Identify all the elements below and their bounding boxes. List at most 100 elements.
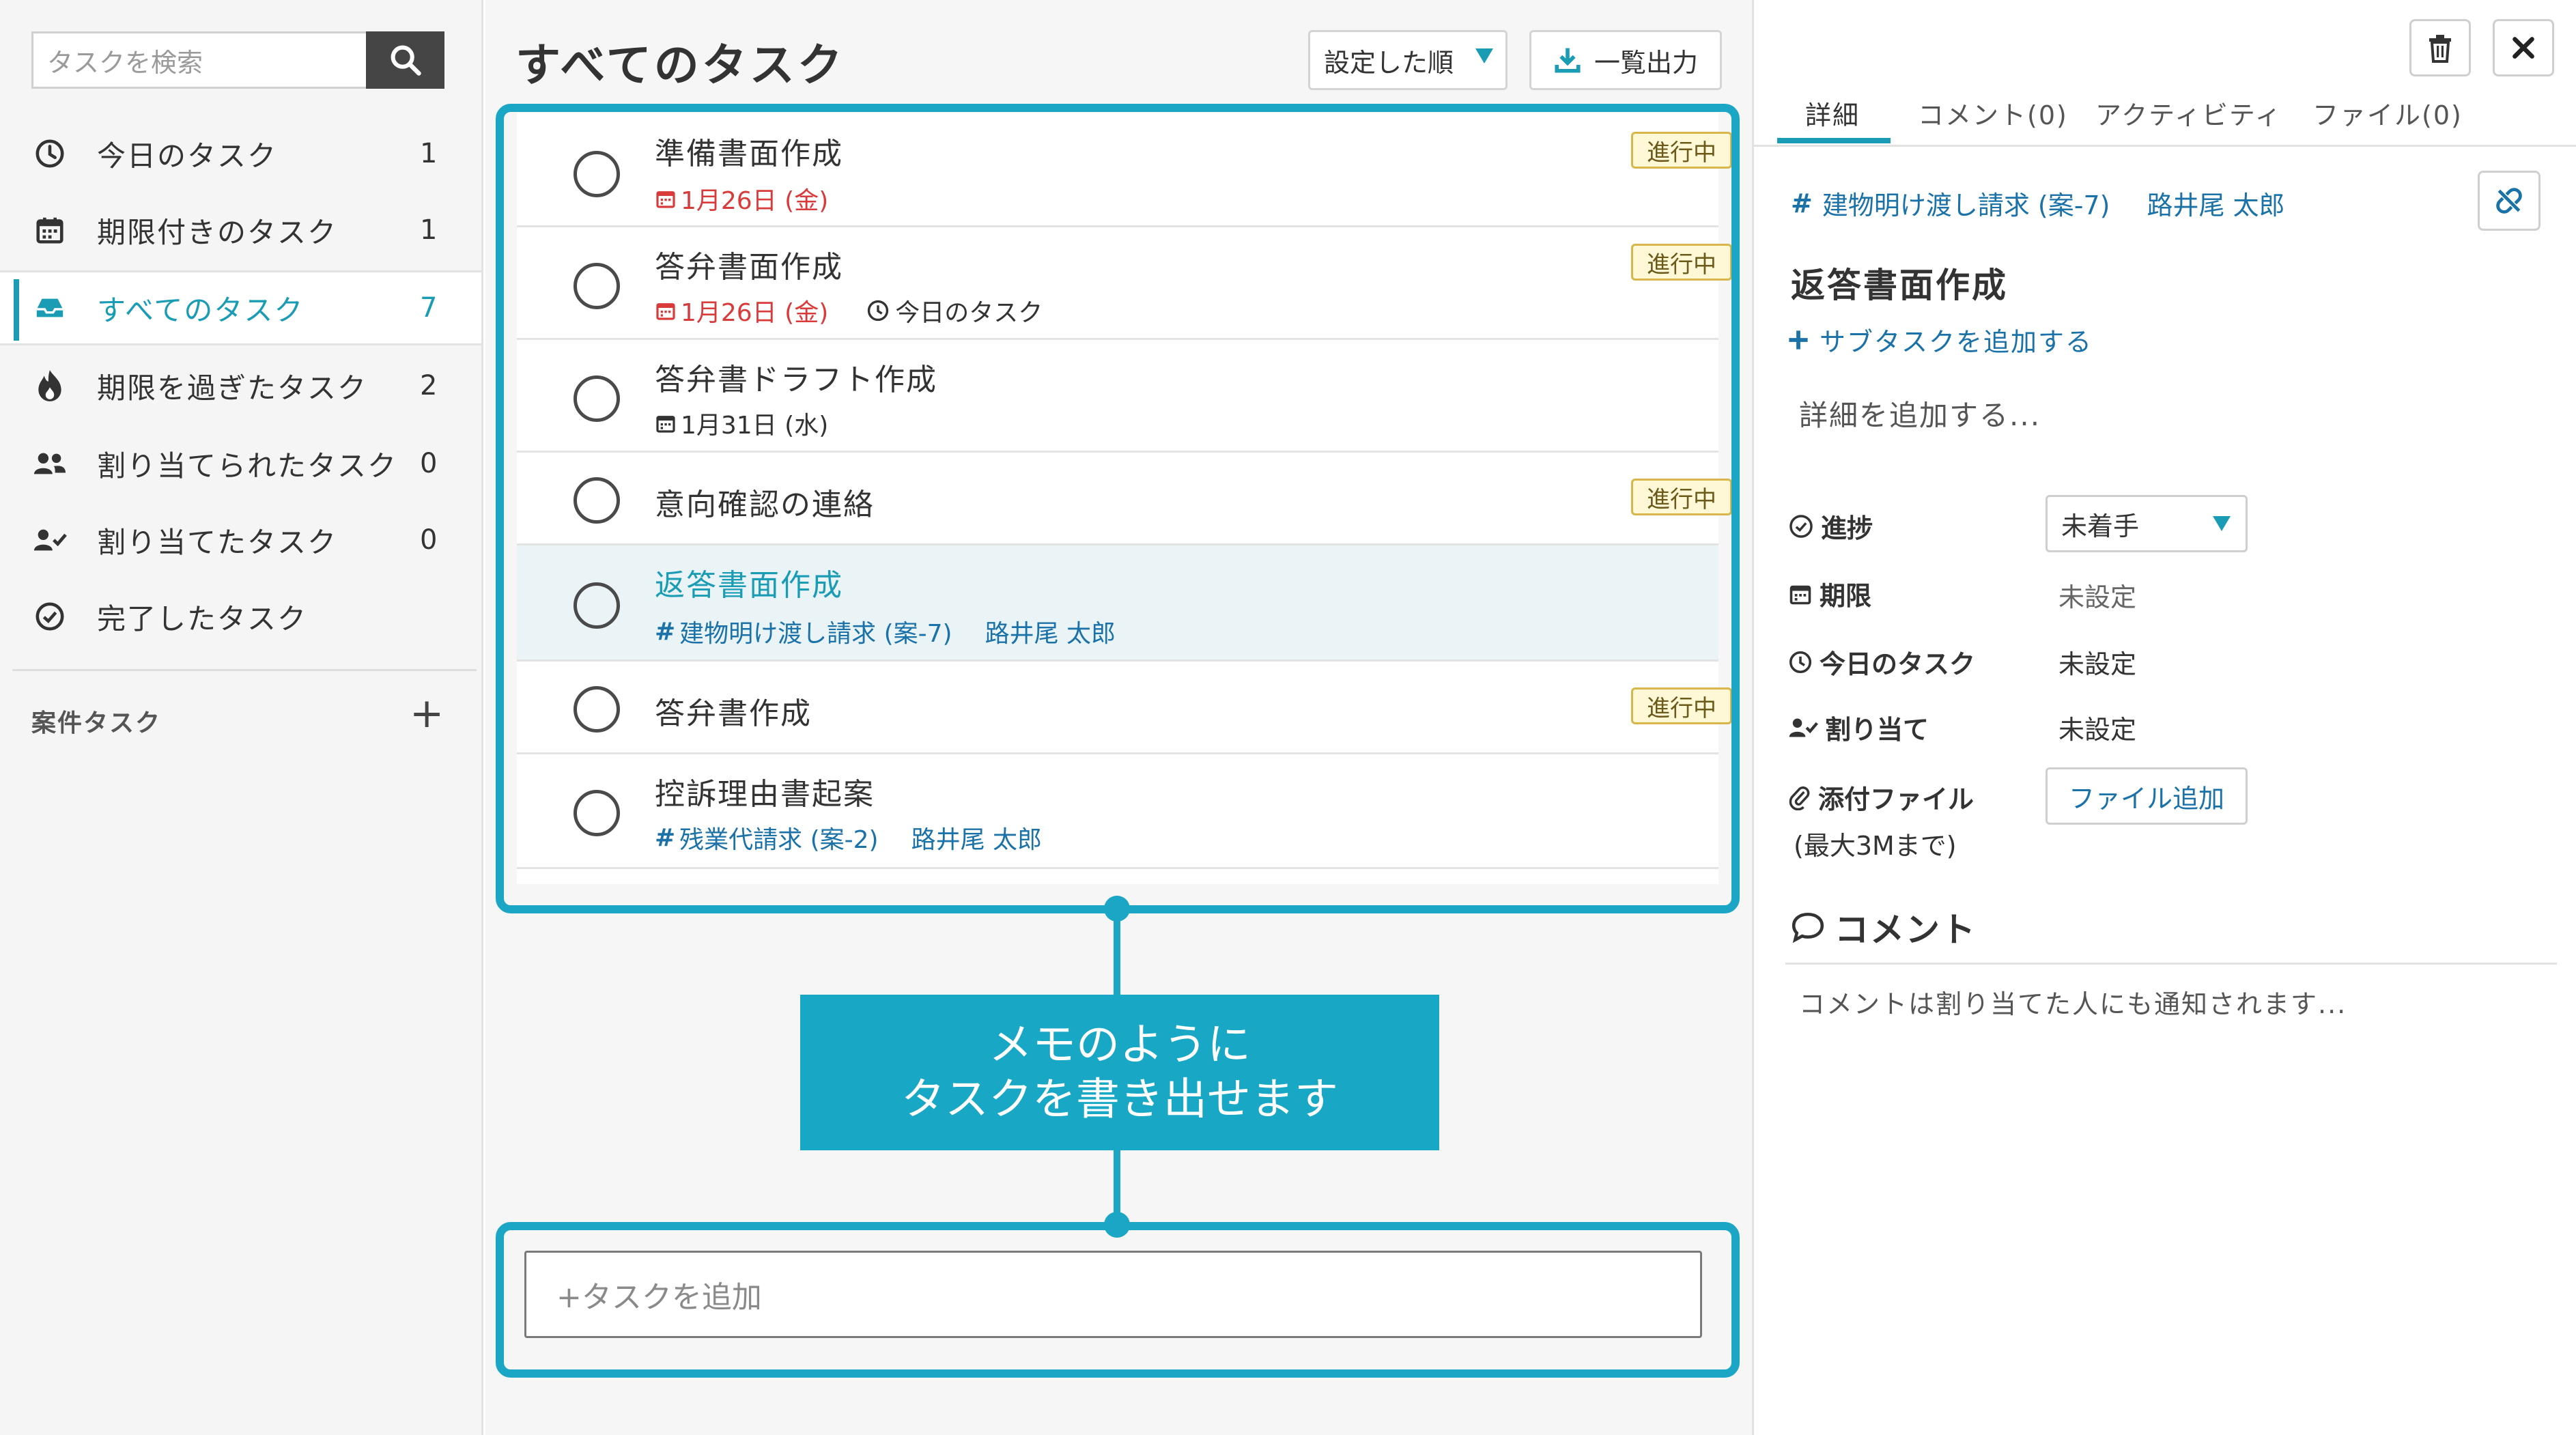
progress-label: 進捗: [1788, 507, 1873, 545]
add-subtask-label: サブタスクを追加する: [1820, 327, 2093, 357]
today-value[interactable]: 未設定: [2058, 643, 2136, 681]
inbox-icon: [33, 291, 67, 325]
plus-icon: [1789, 330, 1808, 350]
search-icon: [391, 45, 421, 76]
due-label: 期限: [1788, 575, 1871, 612]
export-button[interactable]: 一覧出力: [1529, 30, 1722, 90]
comment-divider: [1785, 963, 2557, 965]
sidebar-item-assigned-to-me[interactable]: 割り当てられたタスク 0: [0, 426, 481, 501]
assign-label-text: 割り当て: [1825, 715, 1929, 745]
today-label: 今日のタスク: [1788, 643, 1975, 681]
caret-down-icon: [1475, 48, 1493, 63]
close-button[interactable]: [2493, 19, 2554, 76]
attach-size-note: (最大3Mまで): [1794, 831, 1957, 861]
tab-files[interactable]: ファイル(0): [2312, 94, 2463, 132]
sidebar-item-all[interactable]: すべてのタスク 7: [0, 270, 481, 345]
sidebar-item-count: 0: [420, 448, 438, 479]
unlink-button[interactable]: [2478, 171, 2540, 231]
due-value[interactable]: 未設定: [2058, 576, 2136, 614]
page-title: すべてのタスク: [515, 39, 845, 91]
sidebar-item-today[interactable]: 今日のタスク 1: [0, 116, 481, 191]
tab-comments[interactable]: コメント(0): [1918, 94, 2068, 132]
clock-icon: [1789, 651, 1812, 673]
task-detail-panel: 詳細 コメント(0) アクティビティ ファイル(0) # 建物明け渡し請求 (案…: [1752, 0, 2576, 1435]
add-file-button[interactable]: ファイル追加: [2046, 767, 2248, 825]
detail-case-link[interactable]: 建物明け渡し請求 (案-7): [1822, 184, 2110, 222]
search-placeholder: タスクを検索: [47, 47, 203, 78]
sidebar-item-label: 今日のタスク: [97, 139, 278, 173]
assign-value[interactable]: 未設定: [2058, 709, 2136, 746]
check-circle-icon: [1789, 514, 1813, 538]
progress-select[interactable]: 未着手: [2046, 495, 2248, 552]
calendar-icon: [33, 213, 67, 247]
today-label-text: 今日のタスク: [1820, 649, 1976, 679]
sort-select[interactable]: 設定した順: [1308, 30, 1508, 90]
callout-anchor-dot: [1104, 896, 1130, 922]
sidebar-item-label: 割り当てられたタスク: [97, 449, 398, 483]
delete-button[interactable]: [2409, 19, 2471, 76]
close-icon: [2513, 37, 2534, 59]
tab-activity[interactable]: アクティビティ: [2095, 94, 2282, 132]
attach-label: 添付ファイル: [1788, 778, 1974, 816]
callout-anchor-dot: [1104, 1212, 1130, 1238]
sidebar-item-label: 完了したタスク: [97, 601, 308, 636]
due-label-text: 期限: [1820, 581, 1872, 611]
add-task-highlight-frame: [496, 1222, 1740, 1378]
comment-heading-text: コメント: [1835, 910, 1977, 950]
sidebar-item-label: すべてのタスク: [97, 293, 305, 327]
unlink-icon: [2496, 188, 2522, 214]
check-circle-icon: [33, 599, 67, 634]
sidebar-item-due[interactable]: 期限付きのタスク 1: [0, 193, 481, 268]
tab-divider: [1754, 145, 2576, 147]
sidebar-item-assigned-by-me[interactable]: 割り当てたタスク 0: [0, 502, 481, 578]
sidebar-item-label: 期限付きのタスク: [97, 215, 338, 249]
sidebar-item-label: 割り当てたタスク: [97, 525, 338, 559]
fire-icon: [33, 369, 67, 403]
user-check-icon: [1789, 718, 1818, 737]
calendar-icon: [1789, 585, 1811, 604]
task-list-highlight-frame: [496, 104, 1740, 913]
clock-icon: [33, 137, 67, 171]
paperclip-icon: [1789, 786, 1810, 810]
progress-select-value: 未着手: [2061, 511, 2140, 541]
sidebar-item-count: 7: [420, 292, 438, 324]
callout-box: メモのように タスクを書き出せます: [800, 995, 1439, 1150]
sidebar-item-overdue[interactable]: 期限を過ぎたタスク 2: [0, 348, 481, 423]
sidebar-item-label: 期限を過ぎたタスク: [97, 371, 368, 405]
callout-connector-top: [1114, 912, 1120, 995]
hash-icon: #: [1791, 188, 1813, 218]
export-label: 一覧出力: [1594, 47, 1698, 78]
tab-active-indicator: [1777, 138, 1891, 143]
sidebar-divider: [12, 669, 477, 671]
detail-case-breadcrumb[interactable]: # 建物明け渡し請求 (案-7) 路井尾 太郎: [1791, 184, 2285, 222]
add-subtask-button[interactable]: サブタスクを追加する: [1787, 321, 2093, 358]
sidebar-item-count: 1: [420, 138, 438, 169]
detail-task-title[interactable]: 返答書面作成: [1791, 258, 2008, 307]
sidebar-item-count: 0: [420, 524, 438, 556]
progress-label-text: 進捗: [1821, 513, 1873, 543]
detail-assignee[interactable]: 路井尾 太郎: [2147, 184, 2284, 222]
tab-detail[interactable]: 詳細: [1805, 94, 1860, 132]
trash-icon: [2429, 35, 2451, 63]
callout-line-2: タスクを書き出せます: [901, 1075, 1338, 1125]
users-icon: [33, 446, 67, 481]
add-case-button[interactable]: +: [410, 693, 444, 734]
search-button[interactable]: [366, 31, 444, 89]
sort-select-value: 設定した順: [1324, 47, 1454, 78]
sidebar-item-done[interactable]: 完了したタスク: [0, 579, 481, 654]
sidebar: タスクを検索 今日のタスク 1 期限付きのタスク 1 すべてのタスク 7 期限を…: [0, 0, 483, 1435]
sidebar-item-count: 1: [420, 214, 438, 246]
attach-label-text: 添付ファイル: [1818, 784, 1975, 814]
sidebar-item-count: 2: [420, 370, 438, 401]
speech-bubble-icon: [1792, 912, 1824, 943]
comment-input[interactable]: コメントは割り当てた人にも通知されます...: [1799, 983, 2347, 1021]
case-section-title: 案件タスク: [31, 709, 162, 737]
comment-heading: コメント: [1791, 903, 1977, 952]
callout-line-1: メモのように: [989, 1020, 1251, 1070]
search-input[interactable]: タスクを検索: [31, 31, 366, 89]
description-input[interactable]: 詳細を追加する...: [1799, 393, 2041, 434]
caret-down-icon: [2213, 516, 2231, 531]
download-icon: [1555, 48, 1581, 73]
assign-label: 割り当て: [1788, 709, 1929, 746]
user-check-icon: [33, 523, 67, 557]
